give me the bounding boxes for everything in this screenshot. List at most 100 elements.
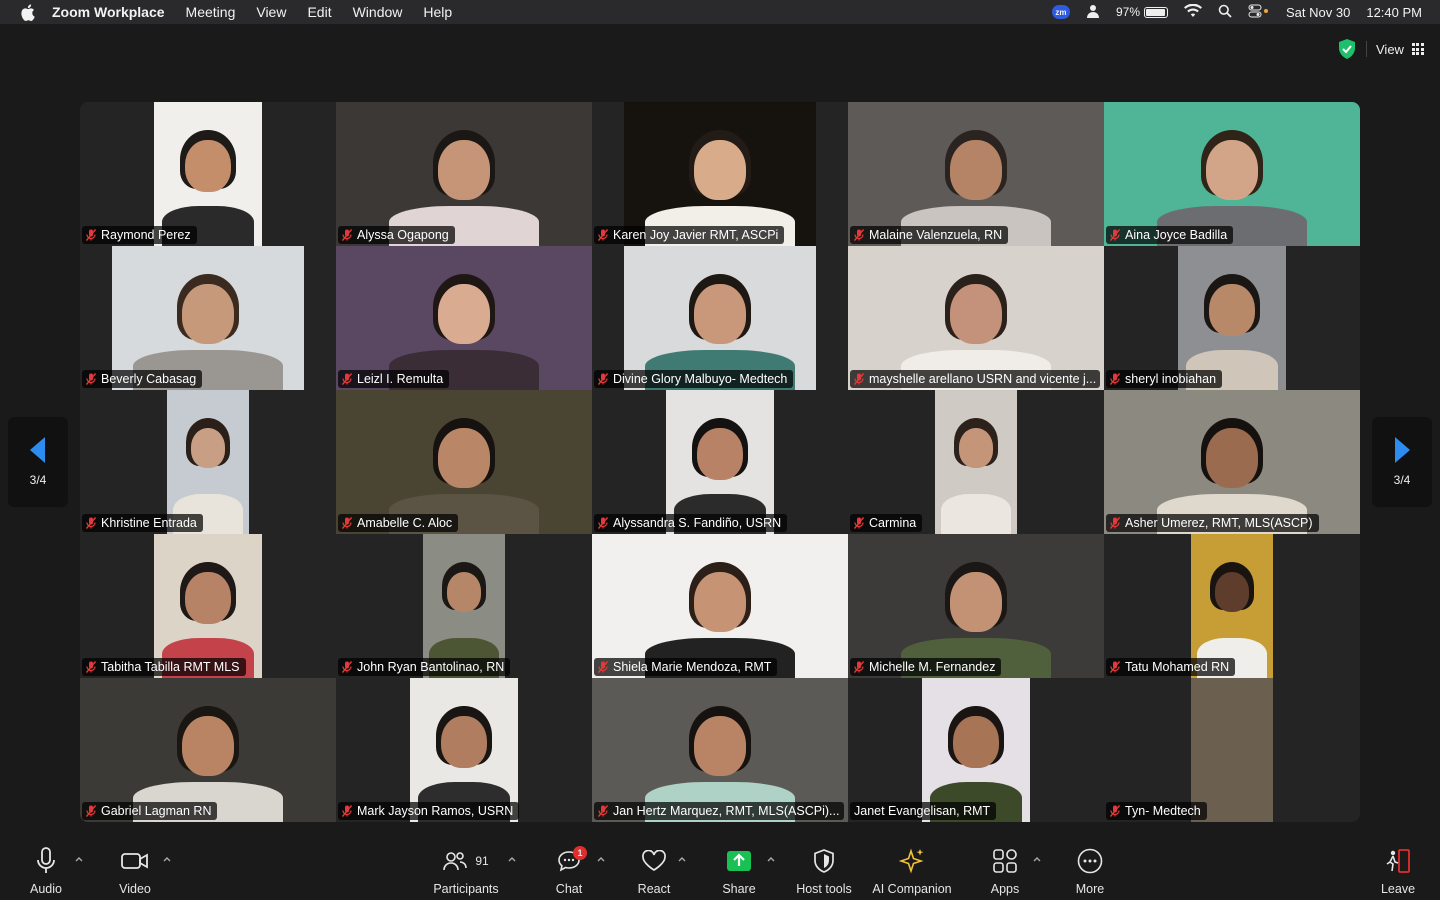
participant-name-chip: Alyssa Ogapong — [338, 226, 455, 244]
menubar-date[interactable]: Sat Nov 30 — [1286, 5, 1350, 20]
encryption-shield-icon[interactable] — [1338, 39, 1356, 59]
participant-video-feed — [848, 534, 1104, 678]
participant-video-tile[interactable]: Beverly Cabasag — [80, 246, 336, 390]
participant-video-tile[interactable]: Michelle M. Fernandez — [848, 534, 1104, 678]
participant-video-tile[interactable]: Carmina — [848, 390, 1104, 534]
user-icon[interactable] — [1086, 4, 1100, 21]
menu-edit[interactable]: Edit — [307, 4, 331, 20]
participant-video-tile[interactable]: Janet Evangelisan, RMT — [848, 678, 1104, 822]
participant-video-feed — [112, 246, 304, 390]
previous-page-button[interactable]: 3/4 — [8, 417, 68, 507]
participant-video-feed — [154, 534, 262, 678]
audio-label: Audio — [30, 882, 62, 896]
participant-video-tile[interactable]: Gabriel Lagman RN — [80, 678, 336, 822]
muted-microphone-icon — [341, 229, 353, 241]
muted-microphone-icon — [85, 805, 97, 817]
participant-name-chip: Gabriel Lagman RN — [82, 802, 218, 820]
menu-help[interactable]: Help — [423, 4, 452, 20]
participant-video-feed — [624, 246, 816, 390]
control-center-icon[interactable] — [1248, 4, 1270, 21]
apple-logo-icon[interactable] — [18, 3, 36, 21]
more-button[interactable]: More — [1070, 846, 1110, 896]
menu-app-name[interactable]: Zoom Workplace — [52, 4, 165, 20]
participant-video-tile[interactable]: Tyn- Medtech — [1104, 678, 1360, 822]
muted-microphone-icon — [1109, 661, 1121, 673]
muted-microphone-icon — [597, 661, 609, 673]
participant-video-tile[interactable]: Shiela Marie Mendoza, RMT — [592, 534, 848, 678]
zoom-status-icon[interactable]: zm — [1051, 5, 1070, 19]
participant-video-tile[interactable]: Tabitha Tabilla RMT MLS — [80, 534, 336, 678]
audio-button[interactable]: Audio — [28, 846, 64, 896]
battery-status[interactable]: 97% — [1116, 5, 1169, 19]
participant-video-tile[interactable]: Divine Glory Malbuyo- Medtech — [592, 246, 848, 390]
muted-microphone-icon — [1109, 229, 1121, 241]
participant-video-tile[interactable]: Raymond Perez — [80, 102, 336, 246]
react-options-caret-icon[interactable] — [677, 852, 687, 862]
participants-button[interactable]: 91 Participants — [430, 846, 502, 896]
muted-microphone-icon — [853, 373, 865, 385]
participant-video-tile[interactable]: Aina Joyce Badilla — [1104, 102, 1360, 246]
meeting-controls-toolbar: Audio Video 91 Participants 1 Chat React… — [0, 834, 1440, 900]
leave-meeting-button[interactable]: Leave — [1378, 846, 1418, 896]
wifi-icon[interactable] — [1184, 3, 1203, 21]
apps-button[interactable]: Apps — [986, 846, 1024, 896]
participant-video-feed — [1191, 678, 1273, 822]
participant-video-tile[interactable]: Alyssa Ogapong — [336, 102, 592, 246]
spotlight-search-icon[interactable] — [1218, 4, 1232, 21]
participant-video-tile[interactable]: Karen Joy Javier RMT, ASCPi — [592, 102, 848, 246]
participant-video-tile[interactable]: Amabelle C. Aloc — [336, 390, 592, 534]
participant-name-chip: Janet Evangelisan, RMT — [850, 802, 997, 820]
next-page-button[interactable]: 3/4 — [1372, 417, 1432, 507]
participant-video-tile[interactable]: Khristine Entrada — [80, 390, 336, 534]
participant-name-chip: Amabelle C. Aloc — [338, 514, 459, 532]
muted-microphone-icon — [853, 517, 865, 529]
participant-face — [950, 140, 1002, 200]
menu-view[interactable]: View — [256, 4, 286, 20]
menu-window[interactable]: Window — [353, 4, 403, 20]
view-button[interactable]: View — [1376, 38, 1424, 60]
video-options-caret-icon[interactable] — [162, 852, 172, 862]
participant-name: Michelle M. Fernandez — [869, 660, 996, 674]
participant-video-feed — [80, 678, 336, 822]
menubar-time[interactable]: 12:40 PM — [1366, 5, 1422, 20]
menubar-status-area: zm 97% Sat Nov 30 12:40 PM — [1051, 0, 1422, 24]
participant-video-tile[interactable]: Asher Umerez, RMT, MLS(ASCP) — [1104, 390, 1360, 534]
audio-options-caret-icon[interactable] — [74, 852, 84, 862]
participant-face — [1214, 572, 1250, 612]
participants-options-caret-icon[interactable] — [507, 852, 517, 862]
gallery-grid-icon — [1411, 43, 1424, 55]
microphone-icon — [36, 846, 56, 876]
participant-face — [185, 140, 231, 193]
participant-video-tile[interactable]: John Ryan Bantolinao, RN — [336, 534, 592, 678]
participant-video-tile[interactable]: Tatu Mohamed RN — [1104, 534, 1360, 678]
share-options-caret-icon[interactable] — [766, 852, 776, 862]
participant-video-tile[interactable]: Leizl I. Remulta — [336, 246, 592, 390]
participant-name-chip: Michelle M. Fernandez — [850, 658, 1002, 676]
participant-video-tile[interactable]: Mark Jayson Ramos, USRN — [336, 678, 592, 822]
chat-options-caret-icon[interactable] — [596, 852, 606, 862]
participant-face — [190, 428, 226, 468]
participant-face — [1206, 140, 1258, 200]
react-button[interactable]: React — [634, 846, 674, 896]
participant-face — [185, 572, 231, 625]
muted-microphone-icon — [597, 517, 609, 529]
menu-meeting[interactable]: Meeting — [186, 4, 236, 20]
participant-name-chip: Asher Umerez, RMT, MLS(ASCP) — [1106, 514, 1319, 532]
chat-label: Chat — [555, 882, 583, 896]
participant-video-tile[interactable]: sheryl inobiahan — [1104, 246, 1360, 390]
share-screen-button[interactable]: Share — [720, 846, 758, 896]
host-tools-button[interactable]: Host tools — [793, 846, 855, 896]
participant-video-tile[interactable]: Malaine Valenzuela, RN — [848, 102, 1104, 246]
participant-video-tile[interactable]: Jan Hertz Marquez, RMT, MLS(ASCPi)... — [592, 678, 848, 822]
participant-video-tile[interactable]: mayshelle arellano USRN and vicente j... — [848, 246, 1104, 390]
participant-name-chip: Beverly Cabasag — [82, 370, 203, 388]
chat-button[interactable]: 1 Chat — [552, 846, 587, 896]
participant-face — [694, 140, 746, 200]
participant-video-feed — [154, 102, 262, 246]
participant-video-tile[interactable]: Alyssandra S. Fandiño, USRN — [592, 390, 848, 534]
participant-name: Khristine Entrada — [101, 516, 197, 530]
video-button[interactable]: Video — [115, 846, 155, 896]
participant-video-feed — [1104, 390, 1360, 534]
apps-options-caret-icon[interactable] — [1032, 852, 1042, 862]
ai-companion-button[interactable]: AI Companion — [870, 846, 954, 896]
